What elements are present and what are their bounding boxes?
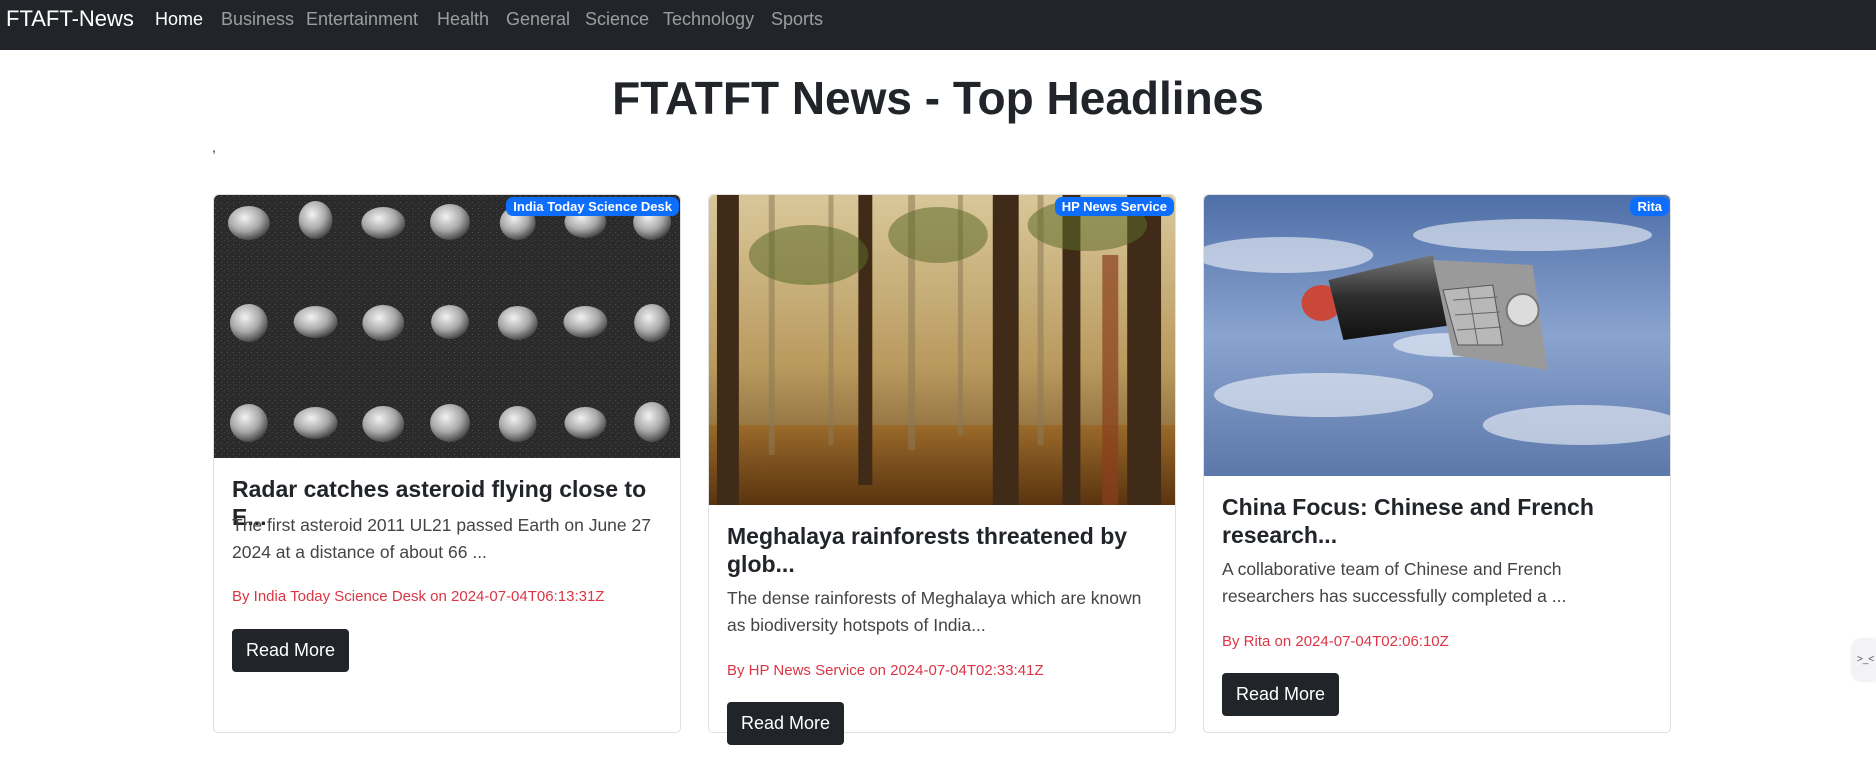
news-card: HP News Service Meghalaya rainforests th… — [708, 194, 1176, 745]
news-card: India Today Science Desk Radar catches a… — [213, 194, 681, 733]
stray-text: , — [212, 139, 216, 155]
nav-item-sports[interactable]: Sports — [771, 8, 823, 30]
read-more-button[interactable]: Read More — [727, 702, 845, 745]
source-badge: Rita — [1630, 197, 1669, 216]
nav-item-entertainment[interactable]: Entertainment — [306, 8, 418, 30]
brand-link[interactable]: FTAFT-News — [6, 6, 134, 32]
nav-item-business[interactable]: Business — [221, 8, 294, 30]
read-more-button[interactable]: Read More — [1222, 673, 1340, 716]
nav-item-general[interactable]: General — [506, 8, 570, 30]
card-byline: By HP News Service on 2024-07-04T02:33:4… — [727, 662, 1044, 679]
card-byline: By India Today Science Desk on 2024-07-0… — [232, 588, 605, 605]
read-more-button[interactable]: Read More — [232, 629, 350, 672]
source-badge: HP News Service — [1054, 197, 1174, 216]
nav-item-home[interactable]: Home — [155, 8, 203, 30]
card-title: Meghalaya rainforests threatened by glob… — [727, 523, 1128, 577]
page-title: FTATFT News - Top Headlines — [612, 72, 1264, 124]
source-badge: India Today Science Desk — [506, 197, 679, 216]
nav-item-science[interactable]: Science — [585, 8, 649, 30]
side-widget-tab[interactable]: >_< — [1853, 640, 1876, 680]
top-navbar: FTAFT-News Home Business Entertainment H… — [0, 0, 1876, 50]
card-description: A collaborative team of Chinese and Fren… — [1222, 559, 1567, 606]
nav-item-health[interactable]: Health — [437, 8, 489, 30]
card-title: China Focus: Chinese and French research… — [1222, 494, 1594, 548]
card-byline: By Rita on 2024-07-04T02:06:10Z — [1222, 633, 1449, 650]
asteroid-radar-image — [214, 195, 680, 458]
nav-item-technology[interactable]: Technology — [663, 8, 754, 30]
card-description: The first asteroid 2011 UL21 passed Eart… — [232, 515, 651, 562]
satellite-image — [1204, 195, 1670, 476]
news-card: Rita China Focus: Chinese and French res… — [1203, 194, 1671, 733]
misty-forest-image — [709, 195, 1175, 505]
card-description: The dense rainforests of Meghalaya which… — [727, 588, 1142, 635]
